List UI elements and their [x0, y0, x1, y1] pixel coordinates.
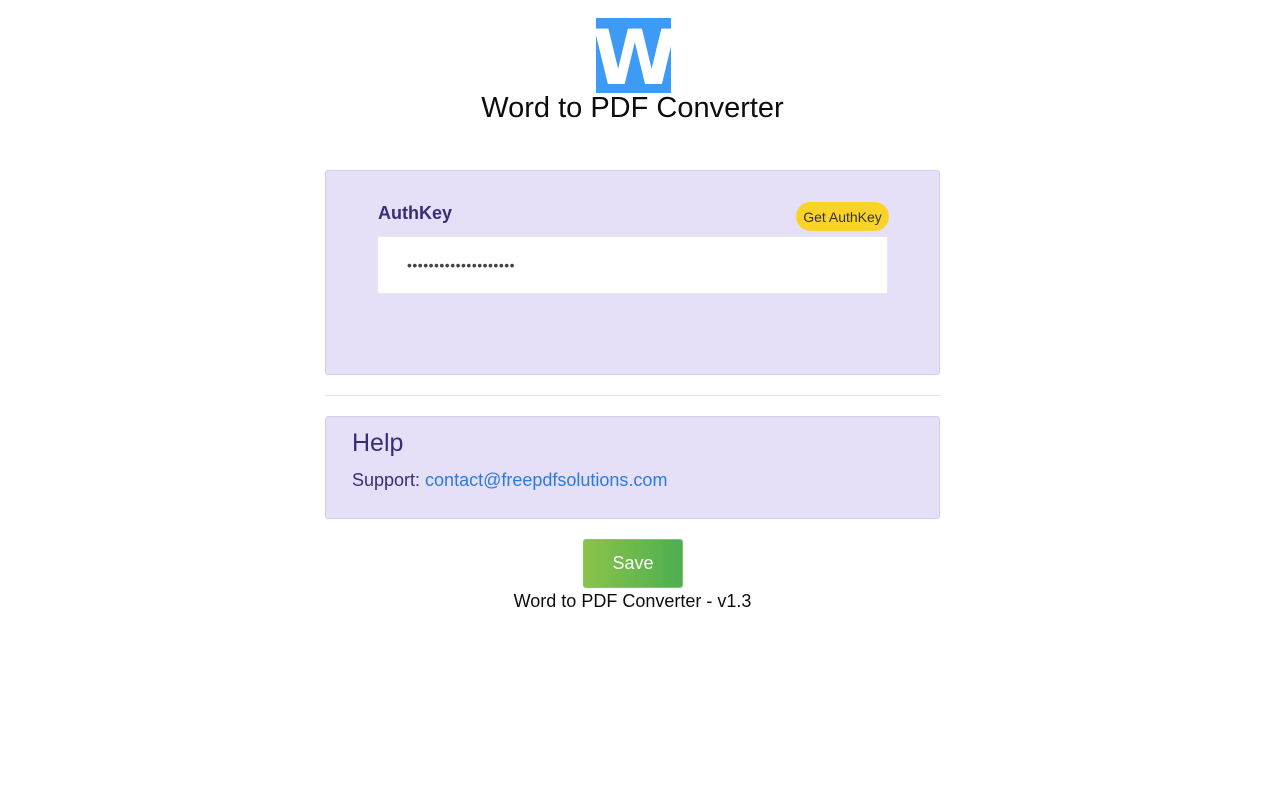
get-authkey-button[interactable]: Get AuthKey	[796, 202, 889, 231]
authkey-label: AuthKey	[378, 203, 453, 223]
authkey-input[interactable]	[377, 236, 888, 294]
support-email-link[interactable]: contact@freepdfsolutions.com	[425, 470, 667, 490]
word-logo-icon: W	[596, 18, 671, 93]
version-text: Word to PDF Converter - v1.3	[513, 591, 752, 611]
support-label: Support:	[352, 470, 426, 490]
help-panel: Help Support: contact@freepdfsolutions.c…	[325, 416, 940, 519]
authkey-panel: AuthKey Get AuthKey	[325, 170, 940, 375]
options-page: W Word to PDF Converter AuthKey Get Auth…	[0, 0, 1280, 800]
help-title: Help	[352, 429, 404, 457]
section-divider	[325, 395, 940, 396]
logo-letter: W	[596, 20, 671, 94]
save-button[interactable]: Save	[583, 539, 683, 588]
page-title: Word to PDF Converter	[481, 92, 784, 124]
help-support-line: Support: contact@freepdfsolutions.com	[352, 470, 667, 491]
